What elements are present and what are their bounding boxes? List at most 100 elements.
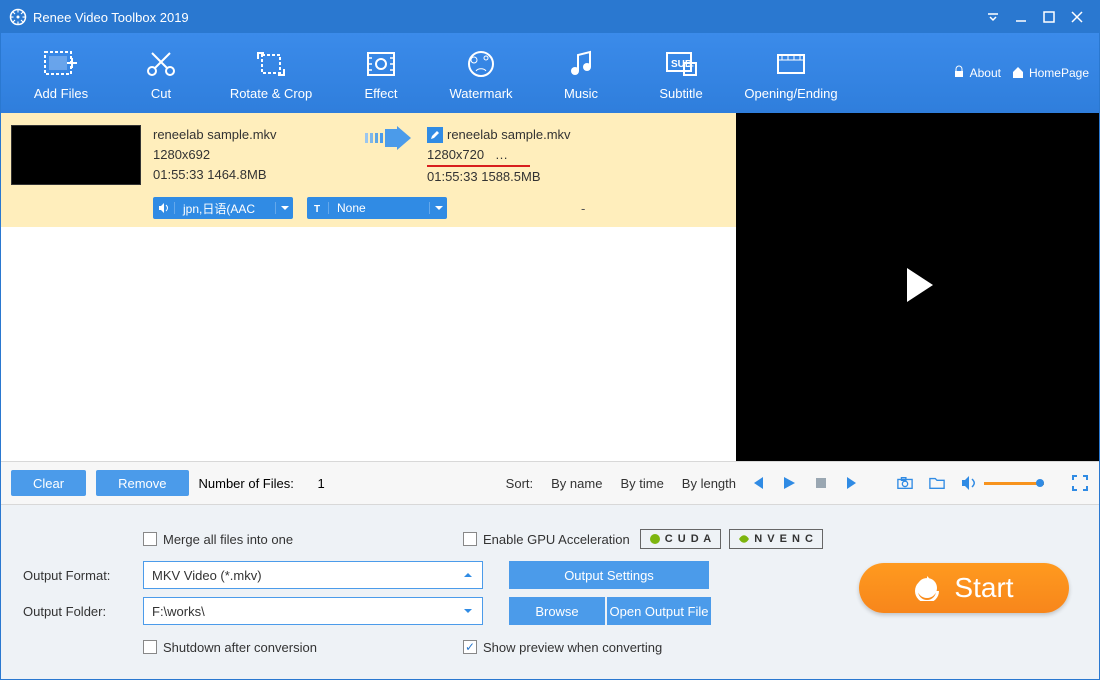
about-link[interactable]: About bbox=[952, 65, 1001, 82]
opening-ending-button[interactable]: Opening/Ending bbox=[731, 46, 851, 101]
output-folder-value: F:\works\ bbox=[152, 604, 205, 619]
chevron-down-icon bbox=[275, 202, 293, 214]
merge-checkbox[interactable]: Merge all files into one bbox=[143, 532, 463, 547]
sort-by-time[interactable]: By time bbox=[620, 476, 663, 491]
chevron-down-icon bbox=[429, 202, 447, 214]
browse-button[interactable]: Browse bbox=[509, 597, 605, 625]
remove-button[interactable]: Remove bbox=[96, 470, 188, 496]
output-settings-button[interactable]: Output Settings bbox=[509, 561, 709, 589]
title-bar: Renee Video Toolbox 2019 bbox=[1, 1, 1099, 33]
speaker-icon bbox=[153, 202, 175, 214]
lock-icon bbox=[952, 65, 966, 82]
sort-by-length[interactable]: By length bbox=[682, 476, 736, 491]
open-folder-button[interactable] bbox=[928, 474, 946, 492]
watermark-button[interactable]: Watermark bbox=[431, 46, 531, 101]
toolbar-label: Effect bbox=[364, 86, 397, 101]
gpu-checkbox[interactable]: Enable GPU Acceleration bbox=[463, 532, 630, 547]
snapshot-button[interactable] bbox=[896, 474, 914, 492]
sort-options: Sort: By name By time By length bbox=[506, 476, 736, 491]
edit-filename-button[interactable] bbox=[427, 127, 443, 143]
add-files-button[interactable]: Add Files bbox=[11, 46, 111, 101]
fullscreen-button[interactable] bbox=[1071, 474, 1089, 492]
toolbar-label: Cut bbox=[151, 86, 171, 101]
subtitle-track-value: None bbox=[329, 201, 429, 215]
cuda-badge: C U D A bbox=[640, 529, 722, 549]
file-count-value: 1 bbox=[318, 476, 325, 491]
show-preview-label: Show preview when converting bbox=[483, 640, 662, 655]
minimize-icon[interactable] bbox=[1007, 3, 1035, 31]
settings-panel: Merge all files into one Enable GPU Acce… bbox=[1, 505, 1099, 679]
rotate-crop-icon bbox=[253, 46, 289, 82]
toolbar-label: Rotate & Crop bbox=[230, 86, 312, 101]
audio-track-selector[interactable]: jpn,日语(AAC bbox=[153, 197, 293, 219]
main-area: reneelab sample.mkv 1280x692 01:55:33 14… bbox=[1, 113, 1099, 461]
refresh-icon bbox=[914, 575, 940, 601]
output-folder-combo[interactable]: F:\works\ bbox=[143, 597, 483, 625]
destination-info: reneelab sample.mkv 1280x720 … 01:55:33 … bbox=[427, 125, 571, 187]
output-format-combo[interactable]: MKV Video (*.mkv) bbox=[143, 561, 483, 589]
menu-dropdown-icon[interactable] bbox=[979, 3, 1007, 31]
opening-ending-icon bbox=[773, 46, 809, 82]
maximize-icon[interactable] bbox=[1035, 3, 1063, 31]
shutdown-label: Shutdown after conversion bbox=[163, 640, 317, 655]
music-button[interactable]: Music bbox=[531, 46, 631, 101]
close-icon[interactable] bbox=[1063, 3, 1091, 31]
shutdown-checkbox[interactable]: Shutdown after conversion bbox=[143, 640, 463, 655]
toolbar-label: Opening/Ending bbox=[744, 86, 837, 101]
volume-slider[interactable] bbox=[984, 482, 1044, 485]
main-toolbar: Add Files Cut Rotate & Crop Effect Water… bbox=[1, 33, 1099, 113]
source-resolution: 1280x692 bbox=[153, 145, 353, 165]
home-icon bbox=[1011, 65, 1025, 82]
arrow-icon bbox=[353, 125, 423, 151]
subtitle-button[interactable]: SUBT Subtitle bbox=[631, 46, 731, 101]
stop-button[interactable] bbox=[812, 474, 830, 492]
output-format-value: MKV Video (*.mkv) bbox=[152, 568, 262, 583]
extra-field: - bbox=[581, 201, 585, 216]
volume-control[interactable] bbox=[960, 474, 1044, 492]
add-files-icon bbox=[43, 46, 79, 82]
start-button[interactable]: Start bbox=[859, 563, 1069, 613]
source-filename: reneelab sample.mkv bbox=[153, 125, 353, 145]
cut-button[interactable]: Cut bbox=[111, 46, 211, 101]
player-controls bbox=[736, 474, 1089, 492]
merge-label: Merge all files into one bbox=[163, 532, 293, 547]
toolbar-label: Subtitle bbox=[659, 86, 702, 101]
effect-button[interactable]: Effect bbox=[331, 46, 431, 101]
play-icon[interactable] bbox=[895, 262, 941, 313]
prev-button[interactable] bbox=[748, 474, 766, 492]
sort-by-name[interactable]: By name bbox=[551, 476, 602, 491]
watermark-icon bbox=[463, 46, 499, 82]
about-label: About bbox=[970, 66, 1001, 80]
subtitle-track-selector[interactable]: T None bbox=[307, 197, 447, 219]
resolution-more[interactable]: … bbox=[495, 147, 508, 162]
start-label: Start bbox=[954, 572, 1013, 604]
next-button[interactable] bbox=[844, 474, 862, 492]
open-output-file-button[interactable]: Open Output File bbox=[607, 597, 711, 625]
toolbar-label: Music bbox=[564, 86, 598, 101]
output-format-label: Output Format: bbox=[23, 568, 143, 583]
toolbar-label: Watermark bbox=[449, 86, 512, 101]
gpu-label: Enable GPU Acceleration bbox=[483, 532, 630, 547]
file-row[interactable]: reneelab sample.mkv 1280x692 01:55:33 14… bbox=[1, 113, 736, 228]
rotate-crop-button[interactable]: Rotate & Crop bbox=[211, 46, 331, 101]
text-icon: T bbox=[307, 202, 329, 214]
file-list: reneelab sample.mkv 1280x692 01:55:33 14… bbox=[1, 113, 736, 461]
play-button[interactable] bbox=[780, 474, 798, 492]
video-thumbnail[interactable] bbox=[11, 125, 141, 185]
preview-panel[interactable] bbox=[736, 113, 1099, 461]
chevron-up-icon bbox=[462, 569, 474, 581]
scissors-icon bbox=[143, 46, 179, 82]
action-bar: Clear Remove Number of Files: 1 Sort: By… bbox=[1, 461, 1099, 505]
source-size: 1464.8MB bbox=[207, 167, 266, 182]
chevron-down-icon bbox=[462, 605, 474, 617]
app-logo-icon bbox=[9, 8, 27, 26]
clear-button[interactable]: Clear bbox=[11, 470, 86, 496]
file-count-label: Number of Files: bbox=[199, 476, 294, 491]
svg-text:T: T bbox=[314, 204, 320, 214]
show-preview-checkbox[interactable]: Show preview when converting bbox=[463, 640, 662, 655]
output-folder-label: Output Folder: bbox=[23, 604, 143, 619]
homepage-link[interactable]: HomePage bbox=[1011, 65, 1089, 82]
sort-label: Sort: bbox=[506, 476, 533, 491]
destination-duration: 01:55:33 bbox=[427, 169, 478, 184]
subtitle-icon: SUBT bbox=[663, 46, 699, 82]
